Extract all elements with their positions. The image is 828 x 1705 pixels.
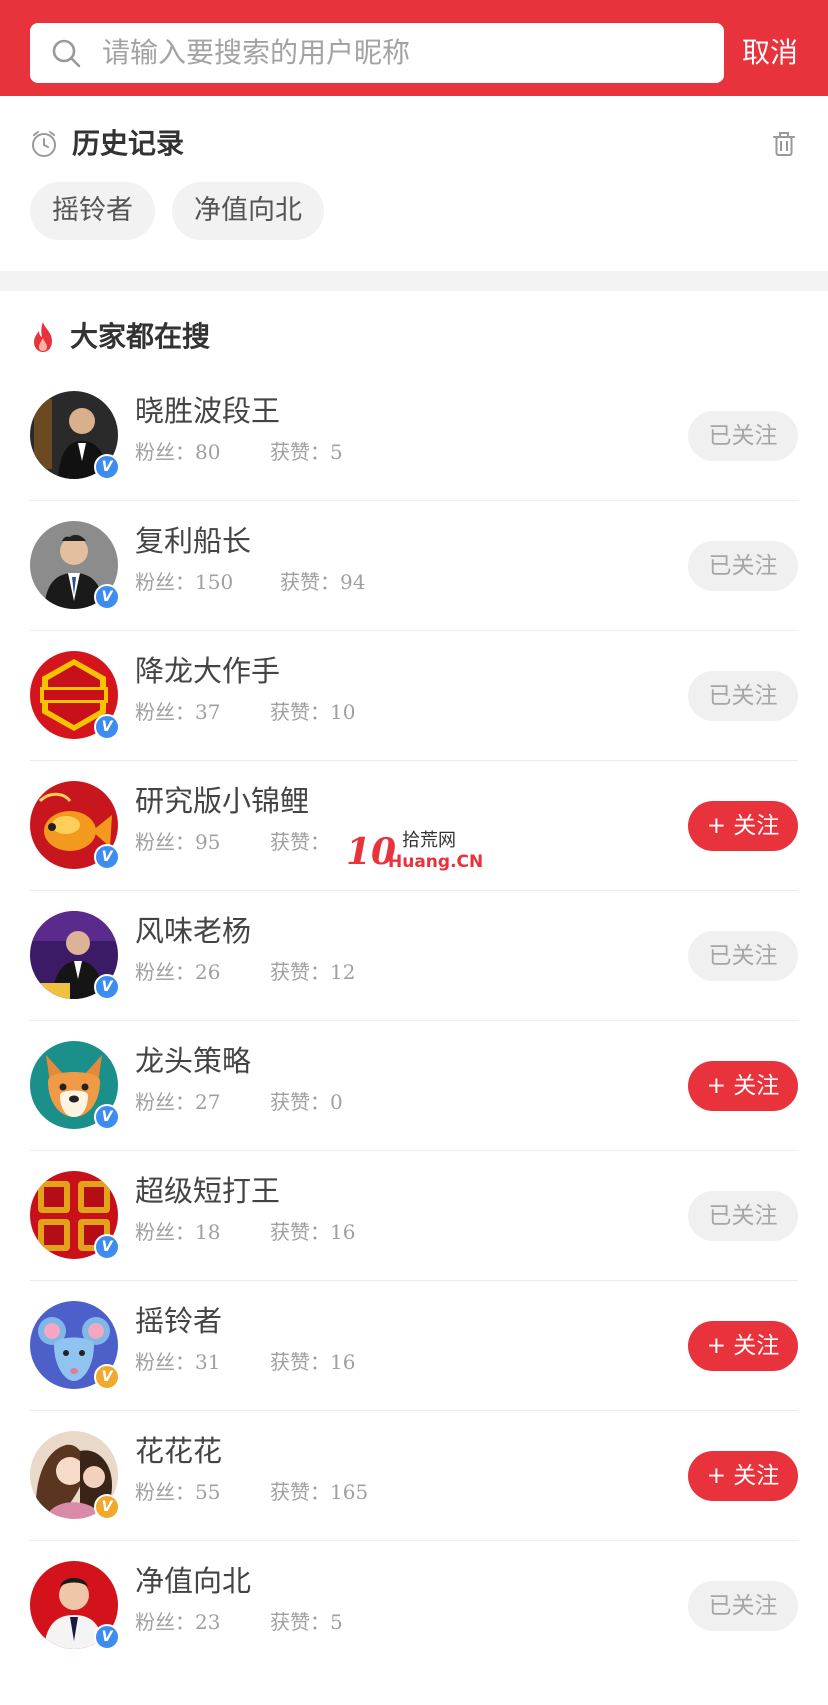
- history-chip[interactable]: 摇铃者: [30, 182, 155, 240]
- watermark-text: 拾荒网: [402, 830, 456, 851]
- follow-button[interactable]: + 关注: [688, 1061, 798, 1111]
- likes-count: 获赞：12: [270, 960, 356, 984]
- fans-count: 粉丝：37: [135, 700, 221, 724]
- verified-badge-icon: V: [94, 1624, 120, 1650]
- fans-count: 粉丝：26: [135, 960, 221, 984]
- likes-count: 获赞：5: [270, 1610, 343, 1634]
- search-input[interactable]: 请输入要搜索的用户昵称: [30, 23, 724, 83]
- fans-count: 粉丝：23: [135, 1610, 221, 1634]
- verified-badge-icon: V: [94, 454, 120, 480]
- follow-button[interactable]: + 关注: [688, 1451, 798, 1501]
- verified-badge-icon: V: [94, 1104, 120, 1130]
- fans-count: 粉丝：18: [135, 1220, 221, 1244]
- verified-badge-icon: V: [94, 584, 120, 610]
- likes-count: 获赞：: [270, 830, 330, 854]
- fire-icon: [34, 322, 52, 352]
- list-item[interactable]: V 超级短打王 粉丝：18 获赞：16 已关注: [30, 1151, 798, 1281]
- user-name: 风味老杨: [135, 914, 252, 948]
- following-button[interactable]: 已关注: [688, 541, 798, 591]
- user-name: 花花花: [135, 1434, 223, 1468]
- user-name: 降龙大作手: [135, 654, 281, 688]
- following-button[interactable]: 已关注: [688, 411, 798, 461]
- history-title: 历史记录: [72, 127, 185, 160]
- clock-icon: [32, 131, 56, 157]
- verified-badge-icon: V: [94, 1234, 120, 1260]
- follow-button[interactable]: + 关注: [688, 1321, 798, 1371]
- fans-count: 粉丝：80: [135, 440, 221, 464]
- verified-badge-icon: V: [94, 714, 120, 740]
- user-name: 复利船长: [135, 524, 252, 558]
- list-item[interactable]: V 龙头策略 粉丝：27 获赞：0 + 关注: [30, 1021, 798, 1151]
- history-section: 历史记录 摇铃者 净值向北: [0, 96, 828, 271]
- list-item[interactable]: V 花花花 粉丝：55 获赞：165 + 关注: [30, 1411, 798, 1541]
- search-placeholder: 请输入要搜索的用户昵称: [102, 36, 411, 69]
- likes-count: 获赞：16: [270, 1220, 356, 1244]
- verified-badge-icon: V: [94, 1494, 120, 1520]
- list-item[interactable]: V 风味老杨 粉丝：26 获赞：12 已关注: [30, 891, 798, 1021]
- trash-icon[interactable]: [770, 130, 798, 158]
- list-item[interactable]: V 复利船长 粉丝：150 获赞：94 已关注: [30, 501, 798, 631]
- list-item[interactable]: V 净值向北 粉丝：23 获赞：5 已关注: [30, 1541, 798, 1671]
- list-item[interactable]: V 晓胜波段王 粉丝：80 获赞：5 已关注: [30, 371, 798, 501]
- user-name: 研究版小锦鲤: [135, 784, 310, 818]
- hot-search-title: 大家都在搜: [70, 320, 211, 353]
- likes-count: 获赞：94: [280, 570, 366, 594]
- likes-count: 获赞：0: [270, 1090, 343, 1114]
- list-item[interactable]: V 降龙大作手 粉丝：37 获赞：10 已关注: [30, 631, 798, 761]
- fans-count: 粉丝：55: [135, 1480, 221, 1504]
- following-button[interactable]: 已关注: [688, 931, 798, 981]
- likes-count: 获赞：16: [270, 1350, 356, 1374]
- fans-count: 粉丝：150: [135, 570, 234, 594]
- section-divider: [0, 271, 828, 291]
- top-bar: 请输入要搜索的用户昵称 取消: [0, 0, 828, 96]
- search-icon: [52, 39, 81, 68]
- watermark: 10 拾荒网 Huang.CN: [346, 830, 483, 872]
- following-button[interactable]: 已关注: [688, 1581, 798, 1631]
- likes-count: 获赞：10: [270, 700, 356, 724]
- user-name: 晓胜波段王: [135, 394, 281, 428]
- user-name: 摇铃者: [135, 1304, 223, 1338]
- user-name: 净值向北: [135, 1564, 252, 1598]
- follow-button[interactable]: + 关注: [688, 801, 798, 851]
- verified-badge-icon: V: [94, 1364, 120, 1390]
- verified-badge-icon: V: [94, 844, 120, 870]
- following-button[interactable]: 已关注: [688, 671, 798, 721]
- user-name: 龙头策略: [135, 1044, 252, 1078]
- fans-count: 粉丝：95: [135, 830, 221, 854]
- following-button[interactable]: 已关注: [688, 1191, 798, 1241]
- fans-count: 粉丝：27: [135, 1090, 221, 1114]
- likes-count: 获赞：165: [270, 1480, 369, 1504]
- list-item[interactable]: V 摇铃者 粉丝：31 获赞：16 + 关注: [30, 1281, 798, 1411]
- cancel-button[interactable]: 取消: [742, 23, 812, 83]
- fans-count: 粉丝：31: [135, 1350, 221, 1374]
- verified-badge-icon: V: [94, 974, 120, 1000]
- watermark-domain: Huang.CN: [388, 852, 484, 872]
- user-name: 超级短打王: [135, 1174, 281, 1208]
- hot-search-section: 大家都在搜 V 晓胜波段王 粉丝：80 获赞：5 已关注 V 复利船长 粉丝：1…: [0, 291, 828, 1705]
- history-chip[interactable]: 净值向北: [172, 182, 324, 240]
- likes-count: 获赞：5: [270, 440, 343, 464]
